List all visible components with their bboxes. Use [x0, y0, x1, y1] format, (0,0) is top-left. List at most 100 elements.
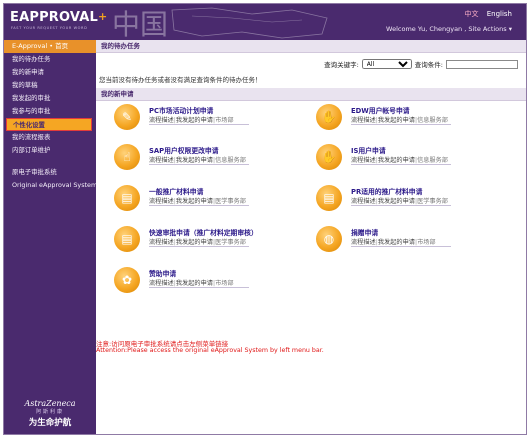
my-requests-link[interactable]: 我发起的申请: [378, 117, 415, 124]
request-meta: 流程描述|我发起的申请|医学事务部: [149, 196, 246, 205]
lang-zh-link[interactable]: 中文: [464, 10, 478, 18]
request-title[interactable]: PR适用的推广材料申请: [351, 186, 422, 196]
keyword-label: 查询关键字:: [324, 61, 359, 69]
department-label: 医学事务部: [417, 198, 448, 205]
logo-plus: +: [98, 10, 108, 23]
pen-icon: ✎: [114, 104, 140, 130]
process-desc-link[interactable]: 流程描述: [351, 239, 376, 246]
request-meta: 流程描述|我发起的申请|信息服务部: [149, 155, 246, 164]
sidebar-item-process-report[interactable]: 我的流程报表: [4, 131, 96, 144]
my-requests-link[interactable]: 我发起的申请: [378, 157, 415, 164]
my-requests-link[interactable]: 我发起的申请: [176, 280, 213, 287]
request-item-general-promo[interactable]: ▤ 一般推广材料申请 流程描述|我发起的申请|医学事务部: [114, 184, 304, 214]
my-requests-link[interactable]: 我发起的申请: [176, 239, 213, 246]
request-item-sponsorship[interactable]: ✿ 赞助申请 流程描述|我发起的申请|市场部: [114, 266, 304, 296]
globe-icon: ◍: [316, 226, 342, 252]
request-title[interactable]: 快速审批申请（推广材料定期审核）: [149, 227, 258, 237]
department-label: 市场部: [215, 280, 234, 287]
request-item-edw-account[interactable]: ✋ EDW用户帐号申请 流程描述|我发起的申请|信息服务部: [316, 103, 506, 133]
process-desc-link[interactable]: 流程描述: [149, 198, 174, 205]
condition-input[interactable]: [446, 59, 518, 69]
department-label: 信息服务部: [417, 157, 448, 164]
request-title[interactable]: SAP用户权限更改申请: [149, 145, 219, 155]
empty-tasks-notice: 您当前没有待办任务或者没有满足查询条件的待办任务！: [99, 76, 262, 84]
sidebar-item-internal-order[interactable]: 内部订单维护: [4, 144, 96, 157]
header-decoration: 中国: [112, 7, 328, 40]
welcome-site-actions[interactable]: Welcome Yu, Chengyan , Site Actions ▾: [386, 25, 512, 33]
flower-icon: ✿: [114, 267, 140, 293]
svg-text:中国: 中国: [112, 8, 168, 40]
tasks-section-header: 我的待办任务: [96, 40, 526, 53]
sidebar-home-link[interactable]: E-Approval • 首页: [4, 40, 96, 53]
my-requests-link[interactable]: 我发起的申请: [176, 117, 213, 124]
condition-label: 查询条件:: [414, 61, 443, 69]
request-title[interactable]: 赞助申请: [149, 268, 176, 278]
hand-icon: ✋: [316, 104, 342, 130]
request-item-pr-promo[interactable]: ▤ PR适用的推广材料申请 流程描述|我发起的申请|医学事务部: [316, 184, 506, 214]
request-meta: 流程描述|我发起的申请|医学事务部: [351, 196, 448, 205]
eapproval-logo: EAPPROVAL+: [10, 10, 107, 25]
underline: [149, 124, 249, 125]
request-title[interactable]: 一般推广材料申请: [149, 186, 203, 196]
request-title[interactable]: 捐赠申请: [351, 227, 378, 237]
request-meta: 流程描述|我发起的申请|信息服务部: [351, 155, 448, 164]
sidebar-item-initiated[interactable]: 我发起的审批: [4, 92, 96, 105]
logo-tagline: FAST YOUR REQUEST YOUR WORD: [11, 26, 88, 30]
pointer-hand-icon: ☝: [114, 144, 140, 170]
language-switch: 中文 English: [458, 9, 512, 19]
request-item-pc-marketing[interactable]: ✎ PC市场活动计划申请 流程描述|我发起的申请|市场部: [114, 103, 304, 133]
document-icon: ▤: [114, 226, 140, 252]
process-desc-link[interactable]: 流程描述: [149, 117, 174, 124]
request-item-is-user[interactable]: ✋ IS用户申请 流程描述|我发起的申请|信息服务部: [316, 143, 506, 173]
document-icon: ▤: [316, 185, 342, 211]
document-icon: ▤: [114, 185, 140, 211]
underline: [351, 124, 451, 125]
process-desc-link[interactable]: 流程描述: [351, 157, 376, 164]
request-meta: 流程描述|我发起的申请|市场部: [149, 115, 234, 124]
request-grid: ✎ PC市场活动计划申请 流程描述|我发起的申请|市场部 ✋ EDW用户帐号申请…: [96, 103, 526, 293]
request-meta: 流程描述|我发起的申请|市场部: [351, 237, 436, 246]
underline: [351, 205, 451, 206]
search-bar: 查询关键字: All 查询条件:: [324, 59, 518, 69]
lang-en-link[interactable]: English: [487, 10, 512, 18]
new-requests-section: 我的新申请: [96, 88, 526, 101]
request-item-sap-permission[interactable]: ☝ SAP用户权限更改申请 流程描述|我发起的申请|信息服务部: [114, 143, 304, 173]
request-title[interactable]: PC市场活动计划申请: [149, 105, 213, 115]
main-content: 我的待办任务 查询关键字: All 查询条件: 您当前没有待办任务或者没有满足查…: [96, 40, 526, 434]
sidebar-item-old-system-en[interactable]: Original eApproval System: [4, 179, 97, 192]
logo-text: EAPPROVAL: [10, 10, 99, 25]
process-desc-link[interactable]: 流程描述: [149, 157, 174, 164]
department-label: 信息服务部: [417, 117, 448, 124]
sidebar-item-old-system-cn[interactable]: 原电子审批系统: [4, 166, 96, 179]
new-requests-header: 我的新申请: [96, 88, 526, 101]
department-label: 市场部: [215, 117, 234, 124]
sidebar-item-my-tasks[interactable]: 我的待办任务: [4, 53, 96, 66]
keyword-select[interactable]: All: [361, 59, 412, 69]
underline: [351, 246, 451, 247]
request-item-fast-approval[interactable]: ▤ 快速审批申请（推广材料定期审核） 流程描述|我发起的申请|医学事务部: [114, 225, 304, 255]
process-desc-link[interactable]: 流程描述: [149, 239, 174, 246]
sidebar-item-drafts[interactable]: 我的草稿: [4, 79, 96, 92]
process-desc-link[interactable]: 流程描述: [149, 280, 174, 287]
request-meta: 流程描述|我发起的申请|医学事务部: [149, 237, 246, 246]
request-title[interactable]: EDW用户帐号申请: [351, 105, 410, 115]
my-requests-link[interactable]: 我发起的申请: [378, 198, 415, 205]
my-requests-link[interactable]: 我发起的申请: [176, 157, 213, 164]
request-title[interactable]: IS用户申请: [351, 145, 386, 155]
my-requests-link[interactable]: 我发起的申请: [176, 198, 213, 205]
az-brand-text: AstraZeneca: [24, 399, 76, 408]
process-desc-link[interactable]: 流程描述: [351, 198, 376, 205]
left-sidebar: E-Approval • 首页 我的待办任务 我的新申请 我的草稿 我发起的审批…: [4, 40, 97, 434]
underline: [149, 287, 249, 288]
request-item-donation[interactable]: ◍ 捐赠申请 流程描述|我发起的申请|市场部: [316, 225, 506, 255]
sidebar-item-participated[interactable]: 我参与的审批: [4, 105, 96, 118]
az-cn-name: 阿斯利康: [35, 409, 64, 415]
underline: [149, 164, 249, 165]
department-label: 信息服务部: [215, 157, 246, 164]
sidebar-item-new-request[interactable]: 我的新申请: [4, 66, 96, 79]
sidebar-item-personal-settings[interactable]: 个性化设置: [6, 118, 92, 131]
process-desc-link[interactable]: 流程描述: [351, 117, 376, 124]
my-requests-link[interactable]: 我发起的申请: [378, 239, 415, 246]
request-meta: 流程描述|我发起的申请|信息服务部: [351, 115, 448, 124]
app-frame: 中国 EAPPROVAL+ FAST YOUR REQUEST YOUR WOR…: [3, 3, 527, 435]
